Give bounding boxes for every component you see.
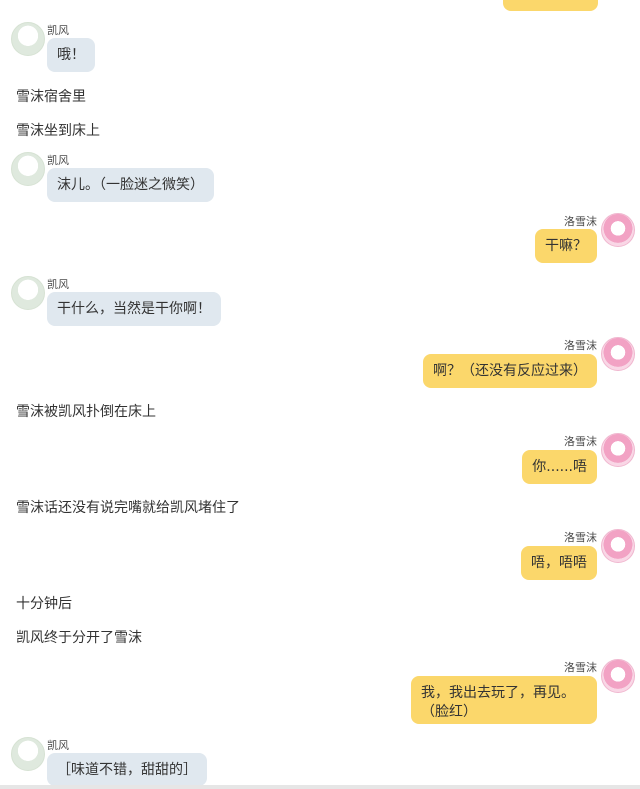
message-bubble: 啊？（还没有反应过来） — [423, 354, 597, 388]
message-bubble: 你......唔 — [522, 450, 597, 484]
message-bubble: 唔，唔唔 — [521, 546, 597, 580]
avatar-luoxuemo[interactable] — [601, 529, 635, 563]
avatar-kaifeng[interactable] — [11, 152, 45, 186]
speaker-name: 凯风 — [47, 154, 69, 167]
narration-text: 雪沫被凯风扑倒在床上 — [16, 404, 156, 420]
speaker-name: 洛雪沫 — [564, 339, 597, 352]
narration-text: 雪沫话还没有说完嘴就给凯风堵住了 — [16, 500, 240, 516]
speaker-name: 洛雪沫 — [564, 531, 597, 544]
avatar-kaifeng[interactable] — [11, 22, 45, 56]
avatar-luoxuemo[interactable] — [601, 337, 635, 371]
speaker-name: 洛雪沫 — [564, 435, 597, 448]
avatar-luoxuemo[interactable] — [601, 433, 635, 467]
speaker-name: 凯风 — [47, 739, 69, 752]
speaker-name: 洛雪沫 — [564, 215, 597, 228]
avatar-kaifeng[interactable] — [11, 737, 45, 771]
message-bubble: ［味道不错，甜甜的］ — [47, 753, 207, 786]
avatar-luoxuemo[interactable] — [601, 213, 635, 247]
speaker-name: 洛雪沫 — [564, 661, 597, 674]
avatar-luoxuemo[interactable] — [601, 659, 635, 693]
message-bubble: 干嘛？ — [535, 229, 597, 263]
message-bubble: 沫儿。（一脸迷之微笑） — [47, 168, 214, 202]
message-bubble: 哦！ — [47, 38, 95, 72]
narration-text: 十分钟后 — [16, 596, 72, 612]
message-bubble: 干什么，当然是干你啊！ — [47, 292, 221, 326]
bottom-divider — [0, 785, 640, 789]
narration-text: 雪沫坐到床上 — [16, 123, 100, 139]
speaker-name: 凯风 — [47, 24, 69, 37]
avatar-kaifeng[interactable] — [11, 276, 45, 310]
message-bubble-cutoff — [503, 0, 598, 11]
narration-text: 凯风终于分开了雪沫 — [16, 630, 142, 646]
message-bubble: 我，我出去玩了，再见。（脸红） — [411, 676, 597, 724]
speaker-name: 凯风 — [47, 278, 69, 291]
narration-text: 雪沫宿舍里 — [16, 89, 86, 105]
